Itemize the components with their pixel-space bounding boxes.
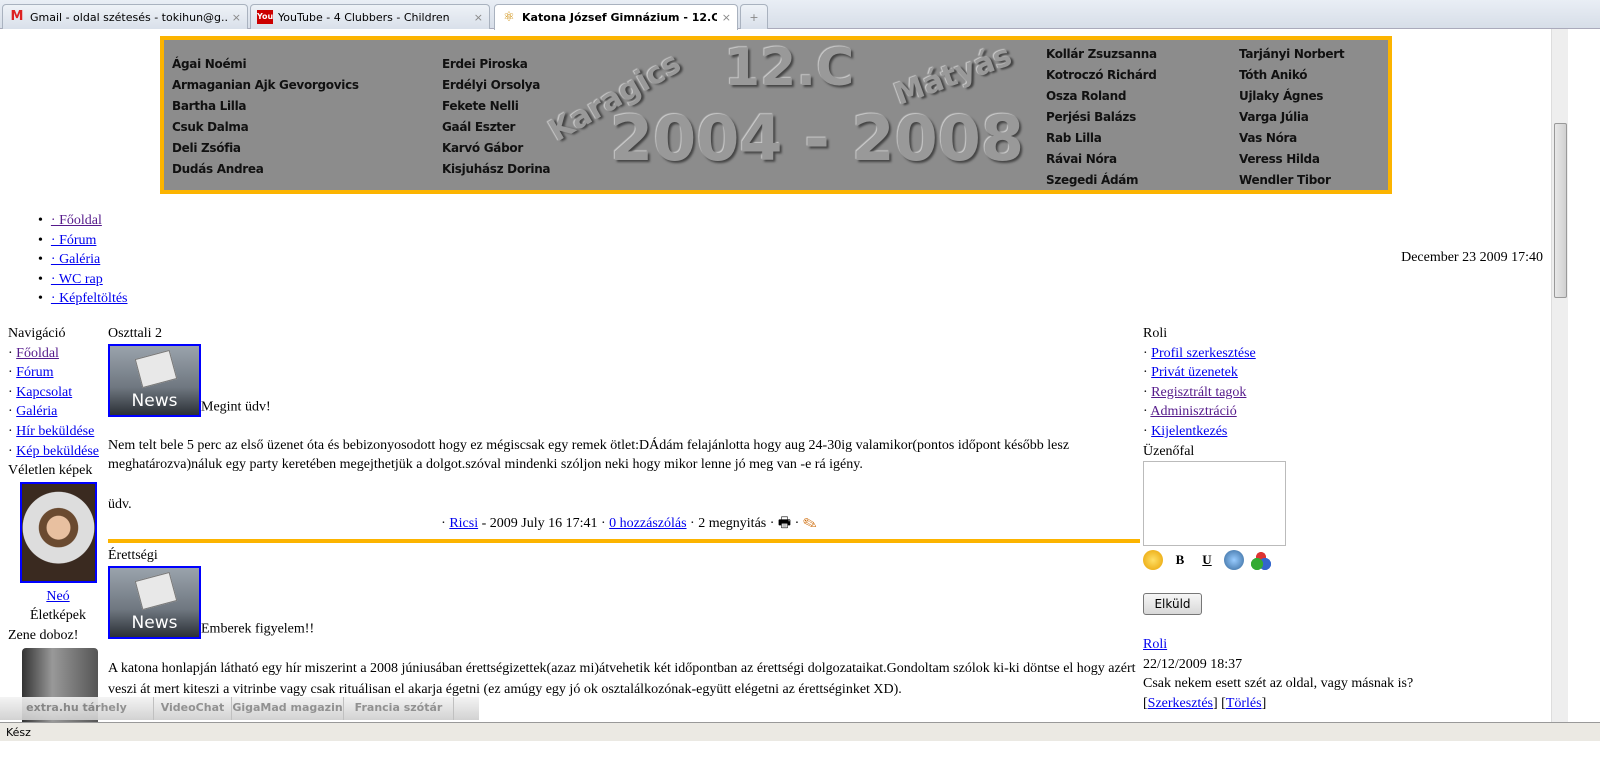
topnav-kepfeltoltes[interactable]: · Képfeltöltés — [51, 291, 128, 306]
nav-kep-bekuldese[interactable]: Kép beküldése — [16, 444, 99, 459]
random-photo[interactable] — [20, 481, 97, 583]
news-post: Oszttali 2 News Megint üdv! Nem telt bele… — [108, 324, 1140, 543]
tab-youtube[interactable]: You YouTube - 4 Clubbers - Children × — [250, 4, 490, 29]
toolbar-gigamad[interactable]: GigaMad magazin — [232, 697, 344, 720]
shoutbox-title: Üzenőfal — [1143, 443, 1195, 459]
private-messages-link[interactable]: Privát üzenetek — [1151, 365, 1238, 380]
nav-title: Navigáció — [8, 326, 66, 341]
shout-text: Csak nekem esett szét az oldal, vagy más… — [1143, 676, 1414, 692]
smiley-icon[interactable] — [1143, 550, 1163, 571]
registered-members-link[interactable]: Regisztrált tagok — [1151, 385, 1246, 400]
nav-hir-bekuldese[interactable]: Hír beküldése — [16, 424, 94, 439]
post-footer: · Ricsi - 2009 July 16 17:41 · 0 hozzász… — [441, 516, 817, 532]
underline-icon[interactable]: U — [1197, 550, 1217, 570]
post-body: Nem telt bele 5 perc az első üzenet óta … — [108, 437, 1070, 473]
gmail-icon: M — [10, 9, 24, 24]
close-tab-icon[interactable]: × — [722, 11, 731, 24]
right-sidebar: Roli · Profil szerkesztése · Privát üzen… — [1143, 324, 1543, 714]
print-icon[interactable]: 🖶 — [778, 516, 791, 531]
toolbar-extra-hu[interactable]: extra.hu tárhely — [0, 697, 154, 720]
banner-years: 2004 - 2008 — [610, 102, 1025, 175]
toolbar-francia-szotar[interactable]: Francia szótár — [344, 697, 454, 720]
post-title: Érettségi — [108, 547, 158, 563]
names-col-1: Ágai Noémi Armaganian Ajk Gevorgovics Bart… — [172, 57, 359, 176]
music-box-title: Zene doboz! — [8, 627, 79, 643]
post-author-link[interactable]: Ricsi — [449, 516, 478, 531]
shout-delete-link[interactable]: Törlés — [1226, 696, 1262, 711]
topnav-galeria[interactable]: · Galéria — [51, 252, 100, 267]
post-title: Oszttali 2 — [108, 326, 163, 341]
left-sidebar: Navigáció · Főoldal · Fórum · Kapcsolat … — [8, 324, 108, 728]
browser-tab-bar: M Gmail - oldal szétesés - tokihun@g... × … — [0, 0, 1600, 30]
link-icon[interactable] — [1224, 550, 1244, 571]
current-date: December 23 2009 17:40 — [1401, 250, 1543, 265]
admin-link[interactable]: Adminisztráció — [1150, 404, 1236, 419]
new-tab-button[interactable]: + — [740, 4, 768, 29]
post-closing: üdv. — [108, 496, 132, 512]
post-lead: Megint üdv! — [201, 399, 271, 414]
topnav-fooldal[interactable]: · Főoldal — [51, 213, 102, 228]
banner-title: 12.C — [724, 38, 855, 98]
vertical-scrollbar[interactable] — [1551, 29, 1568, 741]
shoutbox-textarea[interactable] — [1143, 461, 1286, 547]
edit-pencil-icon[interactable]: ✎ — [803, 516, 817, 531]
status-bar: Kész — [0, 722, 1600, 741]
bottom-toolbar: extra.hu tárhely VideoChat GigaMad magaz… — [0, 697, 479, 720]
top-nav: · Főoldal · Fórum · Galéria · WC rap · K… — [38, 211, 128, 309]
names-col-4: Tarjányi Norbert Tóth Anikó Ujlaky Ágnes Va… — [1239, 47, 1345, 187]
nav-fooldal[interactable]: Főoldal — [16, 346, 59, 361]
user-name: Roli — [1143, 326, 1168, 341]
scrollbar-thumb[interactable] — [1554, 123, 1567, 298]
album-name: Életképek — [30, 608, 86, 624]
tab-title: YouTube - 4 Clubbers - Children — [278, 10, 450, 24]
photo-caption-link[interactable]: Neó — [46, 589, 69, 604]
shout-date: 22/12/2009 18:37 — [1143, 656, 1243, 672]
post-lead: Emberek figyelem!! — [201, 620, 315, 636]
atom-icon: ⚛ — [503, 9, 515, 25]
topnav-forum[interactable]: · Fórum — [51, 233, 97, 248]
names-col-3: Kollár Zsuzsanna Kotroczó Richárd Osza Rol… — [1046, 47, 1157, 187]
tab-katona[interactable]: ⚛ Katona József Gimnázium - 12.C - ... × — [494, 4, 738, 30]
tab-title: Gmail - oldal szétesés - tokihun@g... — [30, 10, 227, 24]
logout-link[interactable]: Kijelentkezés — [1151, 424, 1227, 439]
tab-title: Katona József Gimnázium - 12.C - ... — [522, 11, 717, 24]
shout-edit-link[interactable]: Szerkesztés — [1148, 696, 1213, 711]
news-image: News — [108, 565, 201, 639]
nav-kapcsolat[interactable]: Kapcsolat — [16, 385, 72, 400]
close-tab-icon[interactable]: × — [474, 11, 483, 24]
tab-gmail[interactable]: M Gmail - oldal szétesés - tokihun@g... × — [2, 4, 248, 29]
nav-galeria[interactable]: Galéria — [16, 404, 57, 419]
close-tab-icon[interactable]: × — [232, 11, 241, 24]
profile-edit-link[interactable]: Profil szerkesztése — [1151, 346, 1256, 361]
toolbar-videochat[interactable]: VideoChat — [154, 697, 232, 720]
news-image: News — [108, 343, 201, 417]
random-images-title: Véletlen képek — [8, 463, 93, 479]
color-icon[interactable] — [1251, 550, 1271, 571]
topnav-wc-rap[interactable]: · WC rap — [51, 272, 103, 287]
bold-icon[interactable]: B — [1170, 550, 1190, 570]
youtube-icon: You — [257, 10, 273, 24]
class-banner: Ágai Noémi Armaganian Ajk Gevorgovics Bart… — [160, 36, 1392, 194]
main-content: Oszttali 2 News Megint üdv! Nem telt bele… — [108, 324, 1140, 700]
nav-forum[interactable]: Fórum — [16, 365, 53, 380]
names-col-2: Erdei Piroska Erdélyi Orsolya Fekete Nelli… — [442, 57, 551, 176]
post-divider — [108, 538, 1140, 543]
comments-link[interactable]: 0 hozzászólás — [609, 516, 686, 531]
news-post: Érettségi News Emberek figyelem!! A katon… — [108, 546, 1140, 700]
send-button[interactable]: Elküld — [1143, 593, 1202, 616]
shout-author-link[interactable]: Roli — [1143, 637, 1167, 652]
post-body: A katona honlapján látható egy hír misze… — [108, 660, 1136, 697]
